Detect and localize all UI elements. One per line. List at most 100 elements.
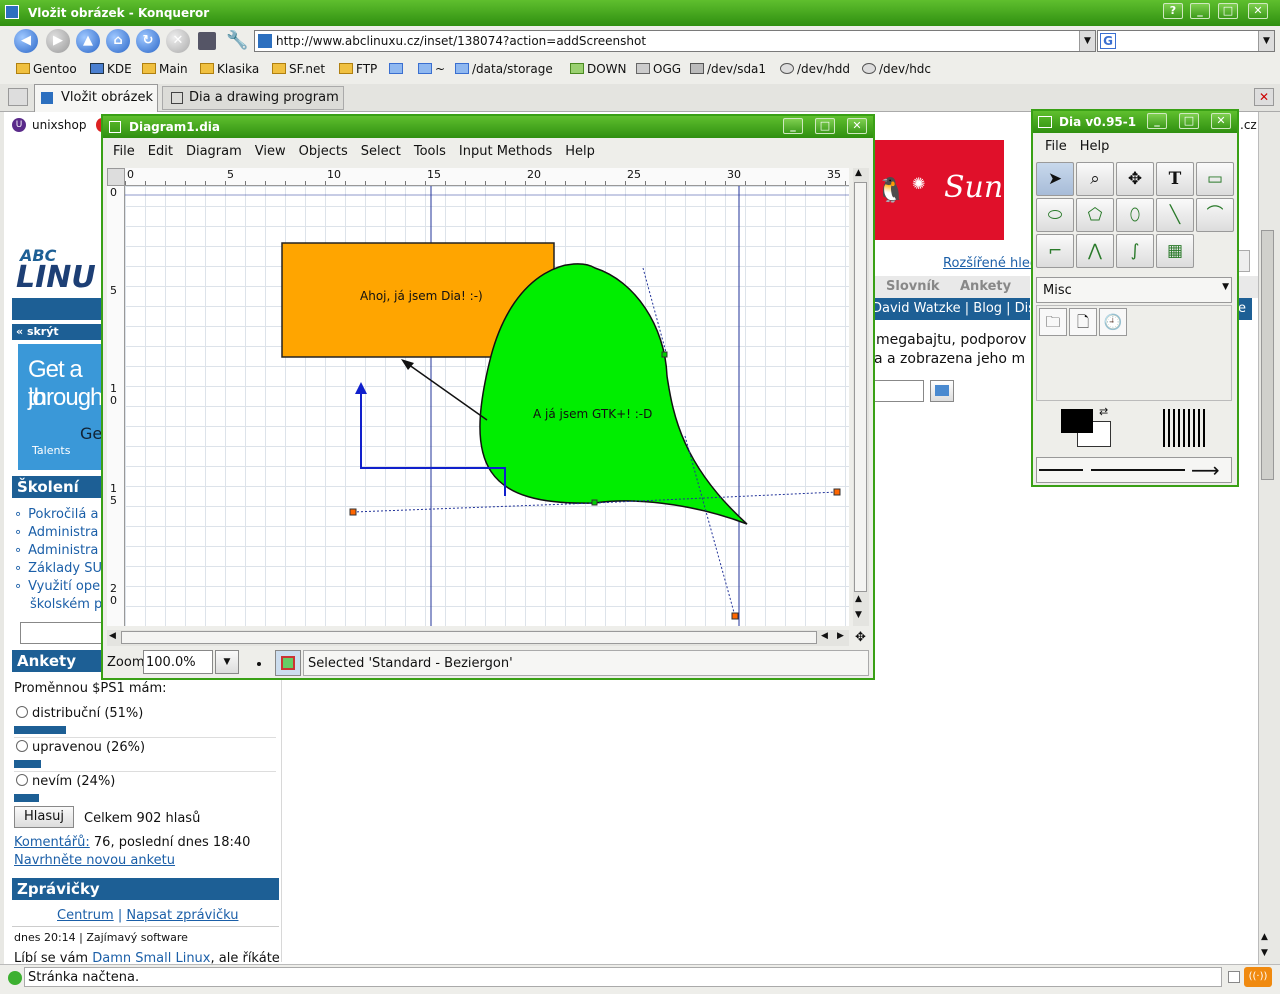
image-tool-icon[interactable]: ▦ (1156, 234, 1194, 268)
course-item[interactable]: ∘ Administra (14, 524, 104, 542)
course-item[interactable]: ∘ Využití ope (14, 578, 104, 596)
scroll-left-icon[interactable]: ◀ (821, 631, 828, 641)
foreground-color[interactable] (1061, 409, 1093, 433)
toolbox-menu-file[interactable]: File (1045, 139, 1067, 154)
new-tab-icon[interactable] (8, 88, 28, 106)
menu-input-methods[interactable]: Input Methods (459, 144, 552, 159)
menu-tools[interactable]: Tools (414, 144, 446, 159)
ad-banner[interactable]: Get a jo through Ge Talents (18, 344, 102, 470)
blue-strip-links[interactable]: David Watzke | Blog | Disk (872, 301, 1030, 316)
start-arrow-selector[interactable] (1039, 469, 1083, 471)
end-arrow-selector[interactable]: ⟶ (1191, 458, 1220, 482)
bookmark-ftp[interactable]: FTP (339, 62, 377, 76)
clock-object-icon[interactable]: 🕘 (1099, 308, 1127, 336)
menu-view[interactable]: View (255, 144, 286, 159)
close-button[interactable]: ✕ (1248, 3, 1268, 19)
diagram-vscroll[interactable]: ▲ ▲ ▼ (853, 168, 869, 626)
vote-button[interactable]: Hlasuj (14, 806, 74, 828)
tab-vlozit-obrazek[interactable]: Vložit obrázek (34, 84, 158, 112)
line-style-selector[interactable] (1091, 469, 1185, 471)
bookmark-folder-1[interactable] (389, 62, 406, 76)
bookmark-home[interactable]: ~ (418, 62, 445, 76)
sun-banner[interactable]: 🐧 ✺ Sun (874, 140, 1004, 240)
minimize-button[interactable]: _ (1190, 3, 1210, 19)
comments-link[interactable]: Komentářů: (14, 835, 90, 850)
box-tool-icon[interactable]: ▭ (1196, 162, 1234, 196)
line-width-selector[interactable] (1163, 409, 1207, 447)
line-tool-icon[interactable]: ╲ (1156, 198, 1194, 232)
back-icon[interactable]: ◀ (14, 29, 38, 53)
course-item[interactable]: ∘ Základy SU (14, 560, 104, 578)
bookmark-gentoo[interactable]: Gentoo (16, 62, 77, 76)
save-icon[interactable] (198, 32, 216, 50)
nav-slovnik[interactable]: Slovník (886, 279, 940, 294)
zoom-dropdown-icon[interactable]: ▼ (215, 650, 239, 674)
diagram-canvas[interactable]: Ahoj, já jsem Dia! :-) A já jsem GTK+! :… (125, 186, 849, 626)
bookmark-klasika[interactable]: Klasika (200, 62, 259, 76)
menu-select[interactable]: Select (361, 144, 401, 159)
swap-colors-icon[interactable]: ⇄ (1099, 405, 1108, 418)
search-dropdown-icon[interactable]: ▼ (1258, 31, 1274, 51)
toolbox-close-button[interactable]: ✕ (1211, 113, 1231, 129)
diagram-close-button[interactable]: ✕ (847, 118, 867, 134)
snap-to-objects-icon[interactable] (275, 650, 301, 676)
navigate-icon[interactable]: ✥ (855, 630, 866, 645)
page-scrollbar[interactable]: ▲ ▼ (1258, 112, 1276, 964)
bookmark-data-storage[interactable]: /data/storage (455, 62, 553, 76)
magnify-tool-icon[interactable]: ⌕ (1076, 162, 1114, 196)
scroll-up-icon[interactable]: ▲ (855, 168, 862, 178)
scroll-up-icon[interactable]: ▲ (855, 594, 862, 604)
search-bar[interactable]: G ▼ (1097, 30, 1275, 52)
stop-icon[interactable]: ✕ (166, 29, 190, 53)
folder-open-icon[interactable] (930, 380, 954, 402)
bookmark-sfnet[interactable]: SF.net (272, 62, 325, 76)
menu-diagram[interactable]: Diagram (186, 144, 242, 159)
bookmark-kde[interactable]: KDE (90, 62, 132, 76)
pointer-tool-icon[interactable]: ➤ (1036, 162, 1074, 196)
advanced-search-link[interactable]: Rozšířené hled (943, 256, 1038, 271)
nav-ankety[interactable]: Ankety (960, 279, 1011, 294)
radio-button[interactable] (16, 740, 28, 752)
close-tab-icon[interactable]: ✕ (1254, 88, 1274, 106)
status-checkbox[interactable] (1228, 971, 1240, 983)
scroll-up-icon[interactable]: ▲ (1261, 932, 1268, 942)
tools-icon[interactable]: 🔧 (226, 30, 248, 51)
maximize-button[interactable]: □ (1218, 3, 1238, 19)
url-dropdown-icon[interactable]: ▼ (1079, 31, 1095, 51)
toolbox-maximize-button[interactable]: □ (1179, 113, 1199, 129)
address-bar[interactable]: http://www.abclinuxu.cz/inset/138074?act… (254, 30, 1096, 52)
menu-help[interactable]: Help (565, 144, 595, 159)
folder-object-icon[interactable]: 🗀 (1039, 308, 1067, 336)
up-icon[interactable]: ▲ (76, 29, 100, 53)
news-write-link[interactable]: Napsat zprávičku (126, 908, 238, 923)
scroll-thumb[interactable] (1261, 230, 1274, 480)
upload-input[interactable] (874, 380, 924, 402)
scroll-thumb[interactable] (121, 631, 817, 644)
course-item[interactable]: ∘ Administra (14, 542, 104, 560)
sheet-selector[interactable]: Misc ▼ (1036, 277, 1232, 303)
hide-bar[interactable]: « skrýt (12, 324, 102, 340)
radio-button[interactable] (16, 706, 28, 718)
scroll-tool-icon[interactable]: ✥ (1116, 162, 1154, 196)
page-object-icon[interactable]: 🗋 (1069, 308, 1097, 336)
menu-file[interactable]: File (113, 144, 135, 159)
bookmark-dev-hdc[interactable]: /dev/hdc (862, 62, 931, 76)
reload-icon[interactable]: ↻ (136, 29, 160, 53)
scroll-thumb[interactable] (854, 182, 867, 592)
menu-objects[interactable]: Objects (299, 144, 348, 159)
text-tool-icon[interactable]: T (1156, 162, 1194, 196)
zoom-input[interactable]: 100.0% (143, 650, 213, 674)
bezier-tool-icon[interactable]: ∫ (1116, 234, 1154, 268)
course-item-cont[interactable]: školském p (14, 596, 104, 614)
arc-tool-icon[interactable]: ⌒ (1196, 198, 1234, 232)
color-selector[interactable]: ⇄ (1055, 405, 1115, 451)
unixshop-link[interactable]: unixshop (32, 118, 86, 132)
suggest-poll-link[interactable]: Navrhněte novou anketu (14, 853, 175, 868)
left-search-input[interactable] (20, 622, 104, 644)
scroll-left-icon[interactable]: ◀ (109, 631, 116, 641)
diagram-maximize-button[interactable]: □ (815, 118, 835, 134)
sheet-dropdown-icon[interactable]: ▼ (1222, 282, 1229, 292)
forward-icon[interactable]: ▶ (46, 29, 70, 53)
news-center-link[interactable]: Centrum (57, 908, 114, 923)
radio-button[interactable] (16, 774, 28, 786)
